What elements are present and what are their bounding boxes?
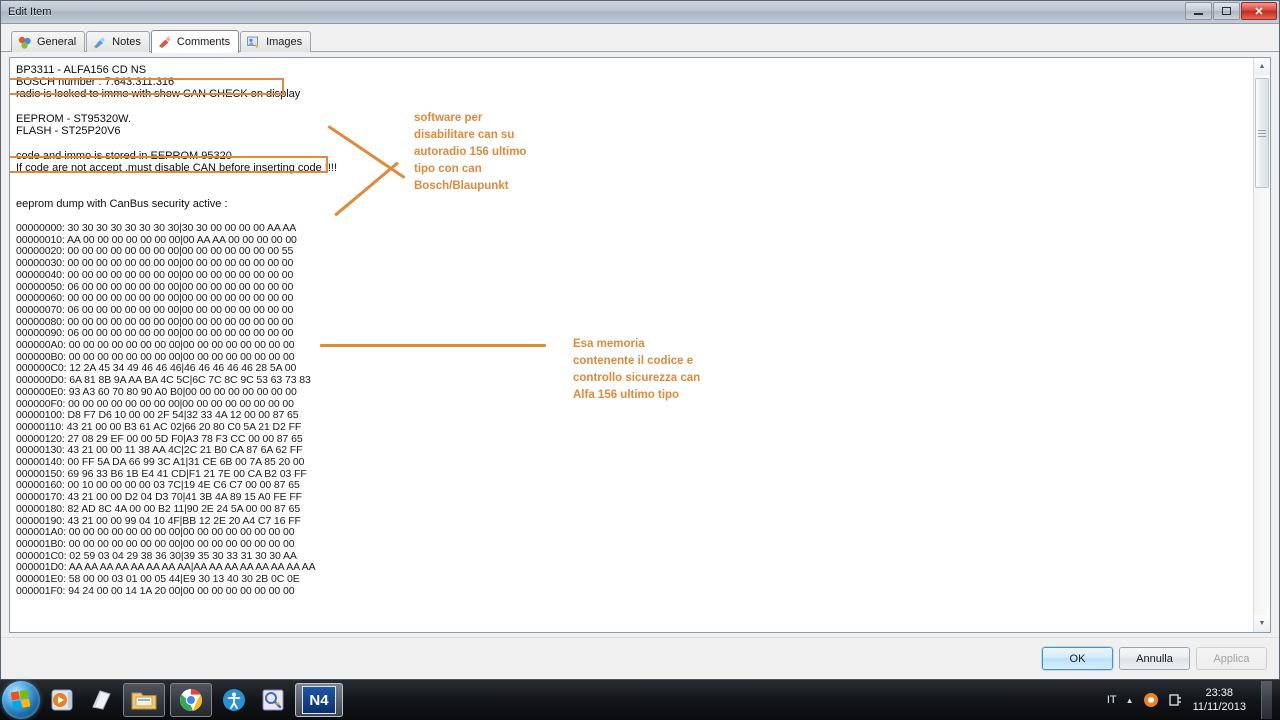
clock[interactable]: 23:38 11/11/2013 (1193, 686, 1246, 714)
search-tool-icon (262, 689, 284, 711)
tab-comments[interactable]: Comments (150, 30, 240, 53)
start-button[interactable] (2, 681, 40, 719)
tab-notes[interactable]: Notes (86, 31, 150, 52)
annotation-box-radio-locked (10, 78, 284, 95)
pen-icon (94, 37, 106, 49)
vertical-scrollbar[interactable]: ▲ ▼ (1253, 58, 1270, 632)
hex-dump-line: 00000070: 06 00 00 00 00 00 00 00|00 00 … (16, 303, 294, 316)
taskbar-item-ease-of-access[interactable] (217, 683, 251, 717)
taskbar-item-media-player[interactable] (45, 683, 79, 717)
media-player-icon (51, 689, 73, 711)
images-icon (247, 36, 259, 48)
chrome-icon (180, 689, 202, 711)
annotation-box-disable-can (10, 156, 328, 173)
scrollbar-grip (1258, 128, 1266, 139)
edit-item-window: Edit Item ✕ General Notes Comments Image… (0, 0, 1280, 680)
content-area: BP3311 - ALFA156 CD NS BOSCH number : 7.… (1, 52, 1279, 637)
hex-dump-line: 00000040: 00 00 00 00 00 00 00 00|00 00 … (16, 268, 294, 281)
maximize-restore-button[interactable] (1213, 2, 1240, 20)
ease-of-access-icon (223, 689, 245, 711)
network-icon[interactable] (1168, 692, 1184, 708)
hex-dump-line: 00000110: 43 21 00 00 B3 61 AC 02|66 20 … (16, 420, 302, 433)
annotation-pointer-line (320, 344, 546, 347)
annotation-note-bottom: Esa memoria contenente il codice e contr… (573, 338, 701, 401)
close-button[interactable]: ✕ (1241, 2, 1277, 20)
taskbar: N4 IT ▲ 23:38 11/11/2013 (0, 679, 1280, 720)
tab-images[interactable]: Images (240, 31, 312, 52)
n4-app-icon: N4 (302, 686, 336, 714)
ok-button[interactable]: OK (1041, 646, 1114, 671)
window-titlebar: Edit Item ✕ (1, 1, 1279, 24)
dump-title: eeprom dump with CanBus security active … (16, 198, 228, 210)
tab-comments-label: Comments (176, 36, 231, 48)
apply-button[interactable]: Applica (1196, 647, 1267, 670)
hex-dump-line: 00000000: 30 30 30 30 30 30 30 30|30 30 … (16, 222, 297, 234)
hex-dump-line: 000001F0: 94 24 00 00 14 1A 20 00|00 00 … (16, 584, 295, 597)
language-indicator[interactable]: IT (1107, 694, 1117, 706)
blocks-icon (18, 36, 31, 49)
hex-dump-line: 000001B0: 00 00 00 00 00 00 00 00|00 00 … (16, 537, 295, 550)
tab-strip: General Notes Comments Images (1, 24, 1279, 53)
taskbar-item-n4[interactable]: N4 (295, 683, 343, 717)
dialog-footer: OK Annulla Applica (1, 637, 1279, 679)
windows-logo-icon (10, 689, 31, 710)
hex-dump-line: 00000180: 82 AD 8C 4A 00 00 B2 11|90 2E … (16, 502, 301, 515)
tab-general-label: General (37, 36, 77, 48)
window-controls: ✕ (1185, 2, 1277, 20)
folder-explorer-icon (131, 692, 157, 710)
minimize-button[interactable] (1185, 2, 1212, 20)
taskbar-item-explorer[interactable] (123, 683, 165, 717)
doc-line: EEPROM - ST95320W. (16, 113, 131, 125)
hex-dump-line: 00000140: 00 FF 5A DA 66 99 3C A1|31 CE … (16, 456, 305, 469)
cancel-button[interactable]: Annulla (1119, 647, 1190, 670)
notepad-icon (92, 690, 111, 710)
comment-pen-icon (158, 35, 171, 48)
scroll-down-button[interactable]: ▼ (1254, 615, 1270, 632)
clock-time: 23:38 (1205, 687, 1234, 699)
taskbar-item-notepad[interactable] (84, 683, 118, 717)
doc-line: BP3311 - ALFA156 CD NS (16, 64, 147, 76)
show-hidden-icons-button[interactable]: ▲ (1126, 696, 1134, 705)
scroll-up-button[interactable]: ▲ (1254, 58, 1270, 75)
tab-images-label: Images (266, 36, 303, 48)
scrollbar-thumb[interactable] (1255, 78, 1269, 188)
comments-text-area[interactable]: BP3311 - ALFA156 CD NS BOSCH number : 7.… (9, 57, 1271, 633)
taskbar-item-search-tool[interactable] (256, 683, 290, 717)
annotation-note-top: software per disabilitare can su autorad… (414, 112, 527, 192)
doc-line: FLASH - ST25P20V6 (16, 125, 121, 137)
taskbar-item-chrome[interactable] (170, 683, 212, 717)
system-tray: IT ▲ 23:38 11/11/2013 (1107, 681, 1280, 719)
window-title: Edit Item (8, 6, 52, 18)
tab-notes-label: Notes (112, 36, 141, 48)
tab-general[interactable]: General (11, 31, 86, 52)
hex-dump: 00000000: 30 30 30 30 30 30 30 30|30 30 … (16, 222, 1253, 598)
clock-date: 11/11/2013 (1192, 701, 1246, 713)
show-desktop-button[interactable] (1261, 681, 1272, 719)
action-center-icon[interactable] (1143, 692, 1159, 708)
